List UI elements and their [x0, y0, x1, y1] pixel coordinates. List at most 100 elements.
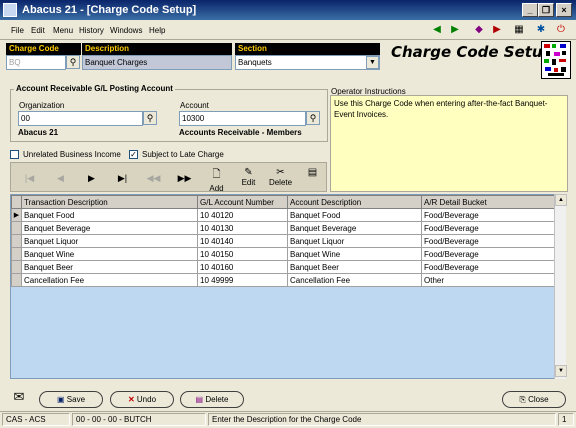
lookup-icon[interactable]: ⚲ — [66, 55, 80, 69]
delete-button[interactable]: ▤ Delete — [180, 391, 244, 408]
row-selector[interactable] — [11, 260, 22, 274]
table-cell[interactable]: Banquet Beverage — [21, 221, 198, 235]
table-cell[interactable]: 10 40160 — [197, 260, 288, 274]
table-cell[interactable]: Food/Beverage — [421, 208, 556, 222]
table-cell[interactable]: Banquet Beer — [21, 260, 198, 274]
table-cell[interactable]: Banquet Food — [287, 208, 422, 222]
status-company: CAS - ACS — [2, 413, 70, 426]
delete-label: Delete — [268, 178, 293, 187]
status-user: 00 - 00 - 00 - BUTCH — [72, 413, 206, 426]
delete-icon: ✂ — [276, 167, 285, 178]
table-cell[interactable]: Other — [421, 273, 556, 287]
exit-icon[interactable]: ⏻ — [552, 22, 570, 38]
table-cell[interactable]: Banquet Wine — [287, 247, 422, 261]
organization-label: Organization — [19, 101, 65, 110]
row-selector-header — [11, 195, 22, 209]
filter-button[interactable]: ▤ — [298, 165, 327, 190]
app-icon — [3, 3, 17, 17]
column-header[interactable]: A/R Detail Bucket — [421, 195, 556, 209]
row-selector[interactable] — [11, 247, 22, 261]
filter-icon: ▤ — [307, 167, 318, 178]
save-button[interactable]: ▣ Save — [39, 391, 103, 408]
menu-edit[interactable]: Edit — [31, 26, 45, 35]
table-cell[interactable]: 10 40120 — [197, 208, 288, 222]
row-selector[interactable] — [11, 221, 22, 235]
close-button[interactable]: ⎘ Close — [502, 391, 566, 408]
table-cell[interactable]: Food/Beverage — [421, 247, 556, 261]
next-record-button[interactable]: ▶ — [77, 165, 106, 190]
table-row[interactable]: Banquet Beverage 10 40130 Banquet Bevera… — [11, 221, 556, 235]
row-selected-indicator: ▶ — [11, 208, 22, 222]
scroll-up-icon[interactable]: ▲ — [555, 194, 567, 206]
late-charge-checkbox[interactable]: ✓ — [129, 150, 138, 159]
page-forward-button[interactable]: ▶▶ — [170, 165, 199, 190]
chevron-down-icon[interactable]: ▼ — [366, 56, 379, 69]
menu-windows[interactable]: Windows — [110, 26, 142, 35]
menu-file[interactable]: File — [11, 26, 24, 35]
grid-vertical-scrollbar[interactable]: ▲ ▼ — [554, 194, 567, 379]
run-icon[interactable]: ✱ — [532, 22, 550, 38]
table-cell[interactable]: Cancellation Fee — [21, 273, 198, 287]
table-row[interactable]: Banquet Beer 10 40160 Banquet Beer Food/… — [11, 260, 556, 274]
table-row[interactable]: Banquet Liquor 10 40140 Banquet Liquor F… — [11, 234, 556, 248]
minimize-button[interactable]: _ — [522, 3, 538, 17]
notes-icon[interactable]: ✉ — [10, 389, 28, 407]
last-record-button[interactable]: ▶| — [108, 165, 137, 190]
row-selector[interactable] — [11, 273, 22, 287]
back-arrow-icon[interactable]: ◀ — [428, 22, 446, 38]
table-cell[interactable]: 10 49999 — [197, 273, 288, 287]
section-select[interactable]: Banquets — [235, 55, 380, 70]
page-back-button[interactable]: ◀◀ — [139, 165, 168, 190]
previous-record-button[interactable]: ◀ — [46, 165, 75, 190]
forward-arrow-icon[interactable]: ▶ — [446, 22, 464, 38]
delete-record-button[interactable]: ✂ Delete — [266, 165, 295, 190]
close-label: Close — [528, 395, 549, 404]
table-cell[interactable]: 10 40150 — [197, 247, 288, 261]
table-cell[interactable]: Banquet Liquor — [21, 234, 198, 248]
table-cell[interactable]: Food/Beverage — [421, 234, 556, 248]
status-count: 1 — [558, 413, 574, 426]
table-cell[interactable]: Cancellation Fee — [287, 273, 422, 287]
undo-icon: ✕ — [127, 395, 135, 404]
column-header[interactable]: Account Description — [287, 195, 422, 209]
restore-button[interactable]: ❐ — [538, 3, 554, 17]
delete-label: Delete — [205, 395, 229, 404]
menu-history[interactable]: History — [79, 26, 104, 35]
gem-icon[interactable]: ◆ — [470, 22, 488, 38]
table-row[interactable]: ▶ Banquet Food 10 40120 Banquet Food Foo… — [11, 208, 556, 222]
lookup-icon[interactable]: ⚲ — [143, 111, 157, 125]
title-bar: Abacus 21 - [Charge Code Setup] _ ❐ × — [0, 0, 576, 20]
operator-instructions-field[interactable]: Use this Charge Code when entering after… — [330, 95, 568, 192]
table-cell[interactable]: Banquet Liquor — [287, 234, 422, 248]
table-row[interactable]: Banquet Wine 10 40150 Banquet Wine Food/… — [11, 247, 556, 261]
table-cell[interactable]: 10 40140 — [197, 234, 288, 248]
table-cell[interactable]: Banquet Beverage — [287, 221, 422, 235]
calculator-icon[interactable]: ▦ — [510, 22, 528, 38]
first-record-button[interactable]: |◀ — [15, 165, 44, 190]
scroll-down-icon[interactable]: ▼ — [555, 365, 567, 377]
description-field[interactable]: Banquet Charges — [82, 55, 232, 70]
shortcut-icon[interactable]: ▶ — [488, 22, 506, 38]
column-header[interactable]: G/L Account Number — [197, 195, 288, 209]
menu-help[interactable]: Help — [149, 26, 165, 35]
table-cell[interactable]: Banquet Food — [21, 208, 198, 222]
table-cell[interactable]: Food/Beverage — [421, 260, 556, 274]
undo-button[interactable]: ✕ Undo — [110, 391, 174, 408]
charge-code-field[interactable]: BQ — [6, 55, 66, 70]
grid-header-row: Transaction Description G/L Account Numb… — [11, 195, 556, 209]
table-cell[interactable]: Banquet Beer — [287, 260, 422, 274]
row-selector[interactable] — [11, 234, 22, 248]
unrelated-business-checkbox[interactable] — [10, 150, 19, 159]
table-cell[interactable]: Banquet Wine — [21, 247, 198, 261]
edit-button[interactable]: ✎ Edit — [234, 165, 263, 190]
add-button[interactable]: 🗋 Add — [202, 165, 231, 193]
table-cell[interactable]: 10 40130 — [197, 221, 288, 235]
table-row[interactable]: Cancellation Fee 10 49999 Cancellation F… — [11, 273, 556, 287]
table-cell[interactable]: Food/Beverage — [421, 221, 556, 235]
menu-menu[interactable]: Menu — [53, 26, 73, 35]
column-header[interactable]: Transaction Description — [21, 195, 198, 209]
account-field[interactable]: 10300 — [179, 111, 306, 126]
close-window-button[interactable]: × — [556, 3, 572, 17]
lookup-icon[interactable]: ⚲ — [306, 111, 320, 125]
organization-field[interactable]: 00 — [18, 111, 143, 126]
